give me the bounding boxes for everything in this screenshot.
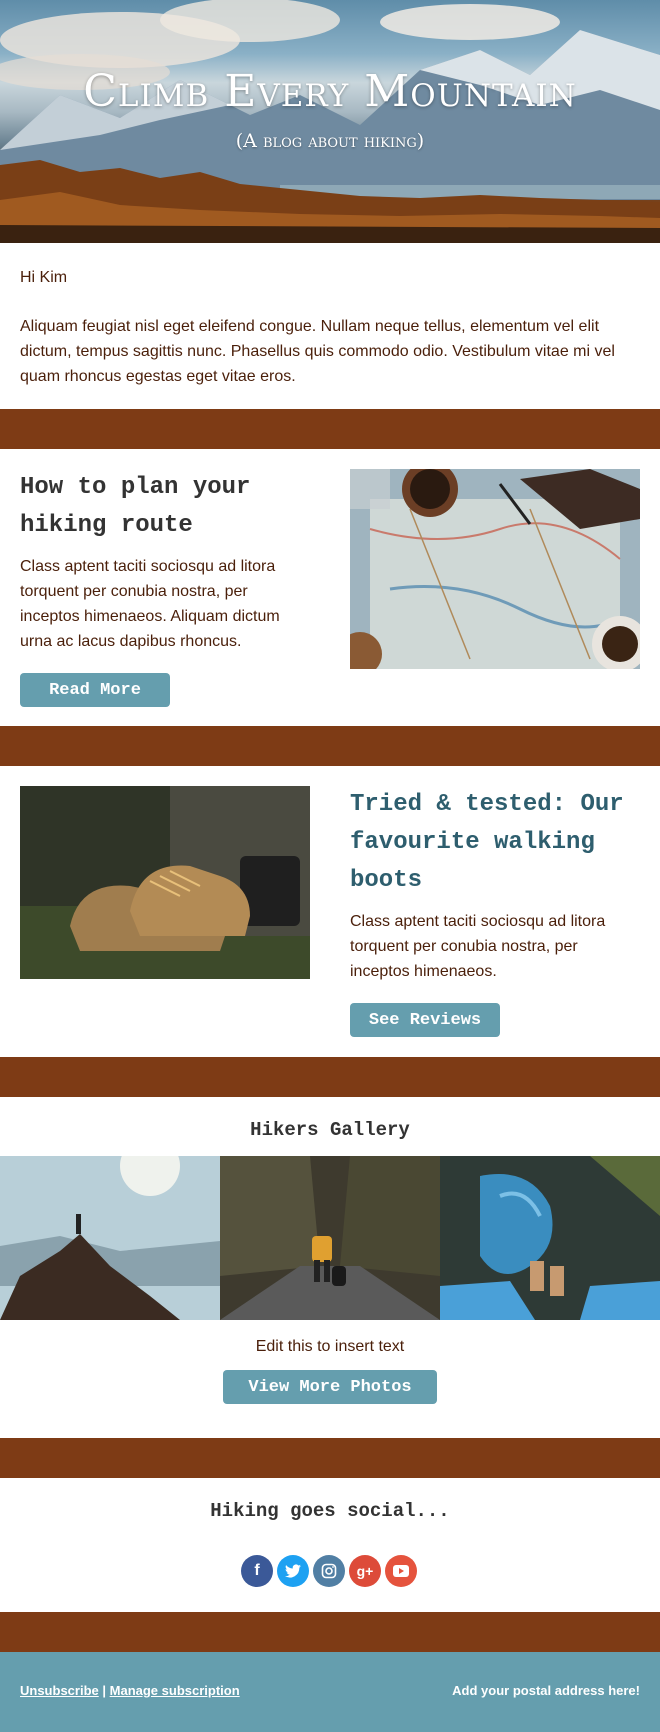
- facebook-icon[interactable]: f: [241, 1555, 273, 1587]
- gallery-note: Edit this to insert text: [255, 1338, 405, 1355]
- mountain-landscape-image: [0, 0, 660, 243]
- footer-separator: |: [102, 1683, 107, 1698]
- view-more-photos-button[interactable]: View More Photos: [223, 1370, 437, 1404]
- unsubscribe-link[interactable]: Unsubscribe: [20, 1683, 99, 1698]
- section-divider: [0, 1612, 660, 1652]
- article-walking-boots: Tried & tested: Our favourite walking bo…: [0, 766, 660, 1057]
- map-planning-image: [350, 469, 640, 669]
- greeting-text: Hi Kim: [20, 269, 68, 286]
- read-more-button[interactable]: Read More: [20, 673, 170, 707]
- intro-section: Hi Kim Aliquam feugiat nisl eget eleifen…: [0, 243, 660, 409]
- hikers-gallery: Hikers Gallery Edit this to insert text …: [0, 1097, 660, 1438]
- see-reviews-button[interactable]: See Reviews: [350, 1003, 500, 1037]
- section-divider: [0, 1438, 660, 1478]
- gallery-photo-lake: [440, 1156, 660, 1320]
- intro-paragraph: Aliquam feugiat nisl eget eleifend congu…: [20, 318, 615, 385]
- social-title: Hiking goes social...: [210, 1500, 450, 1522]
- gallery-photo-summit: [0, 1156, 220, 1320]
- postal-address: Add your postal address here!: [452, 1683, 640, 1698]
- walking-boots-image: [20, 786, 310, 979]
- google-plus-icon[interactable]: g+: [349, 1555, 381, 1587]
- instagram-icon[interactable]: [313, 1555, 345, 1587]
- article-body: Class aptent taciti sociosqu ad litora t…: [350, 913, 606, 980]
- section-divider: [0, 726, 660, 766]
- article-title: Tried & tested: Our favourite walking bo…: [350, 791, 624, 894]
- email-container: Climb Every Mountain (A blog about hikin…: [0, 0, 660, 1732]
- gallery-title: Hikers Gallery: [250, 1119, 410, 1141]
- youtube-icon[interactable]: [385, 1555, 417, 1587]
- twitter-icon[interactable]: [277, 1555, 309, 1587]
- blog-subtitle: (A blog about hiking): [235, 130, 425, 152]
- social-section: Hiking goes social... f g+: [0, 1478, 660, 1612]
- gallery-photo-road: [220, 1156, 440, 1320]
- section-divider: [0, 409, 660, 449]
- social-icons: f g+: [241, 1555, 417, 1587]
- article-title: How to plan your hiking route: [20, 474, 251, 539]
- footer: Unsubscribe | Manage subscription Add yo…: [0, 1652, 660, 1732]
- blog-title: Climb Every Mountain: [83, 66, 577, 117]
- manage-subscription-link[interactable]: Manage subscription: [110, 1683, 240, 1698]
- article-body: Class aptent taciti sociosqu ad litora t…: [20, 558, 280, 650]
- article-hiking-route: How to plan your hiking route Class apte…: [0, 449, 660, 726]
- footer-links: Unsubscribe | Manage subscription: [20, 1683, 240, 1698]
- header-banner: Climb Every Mountain (A blog about hikin…: [0, 0, 660, 243]
- section-divider: [0, 1057, 660, 1097]
